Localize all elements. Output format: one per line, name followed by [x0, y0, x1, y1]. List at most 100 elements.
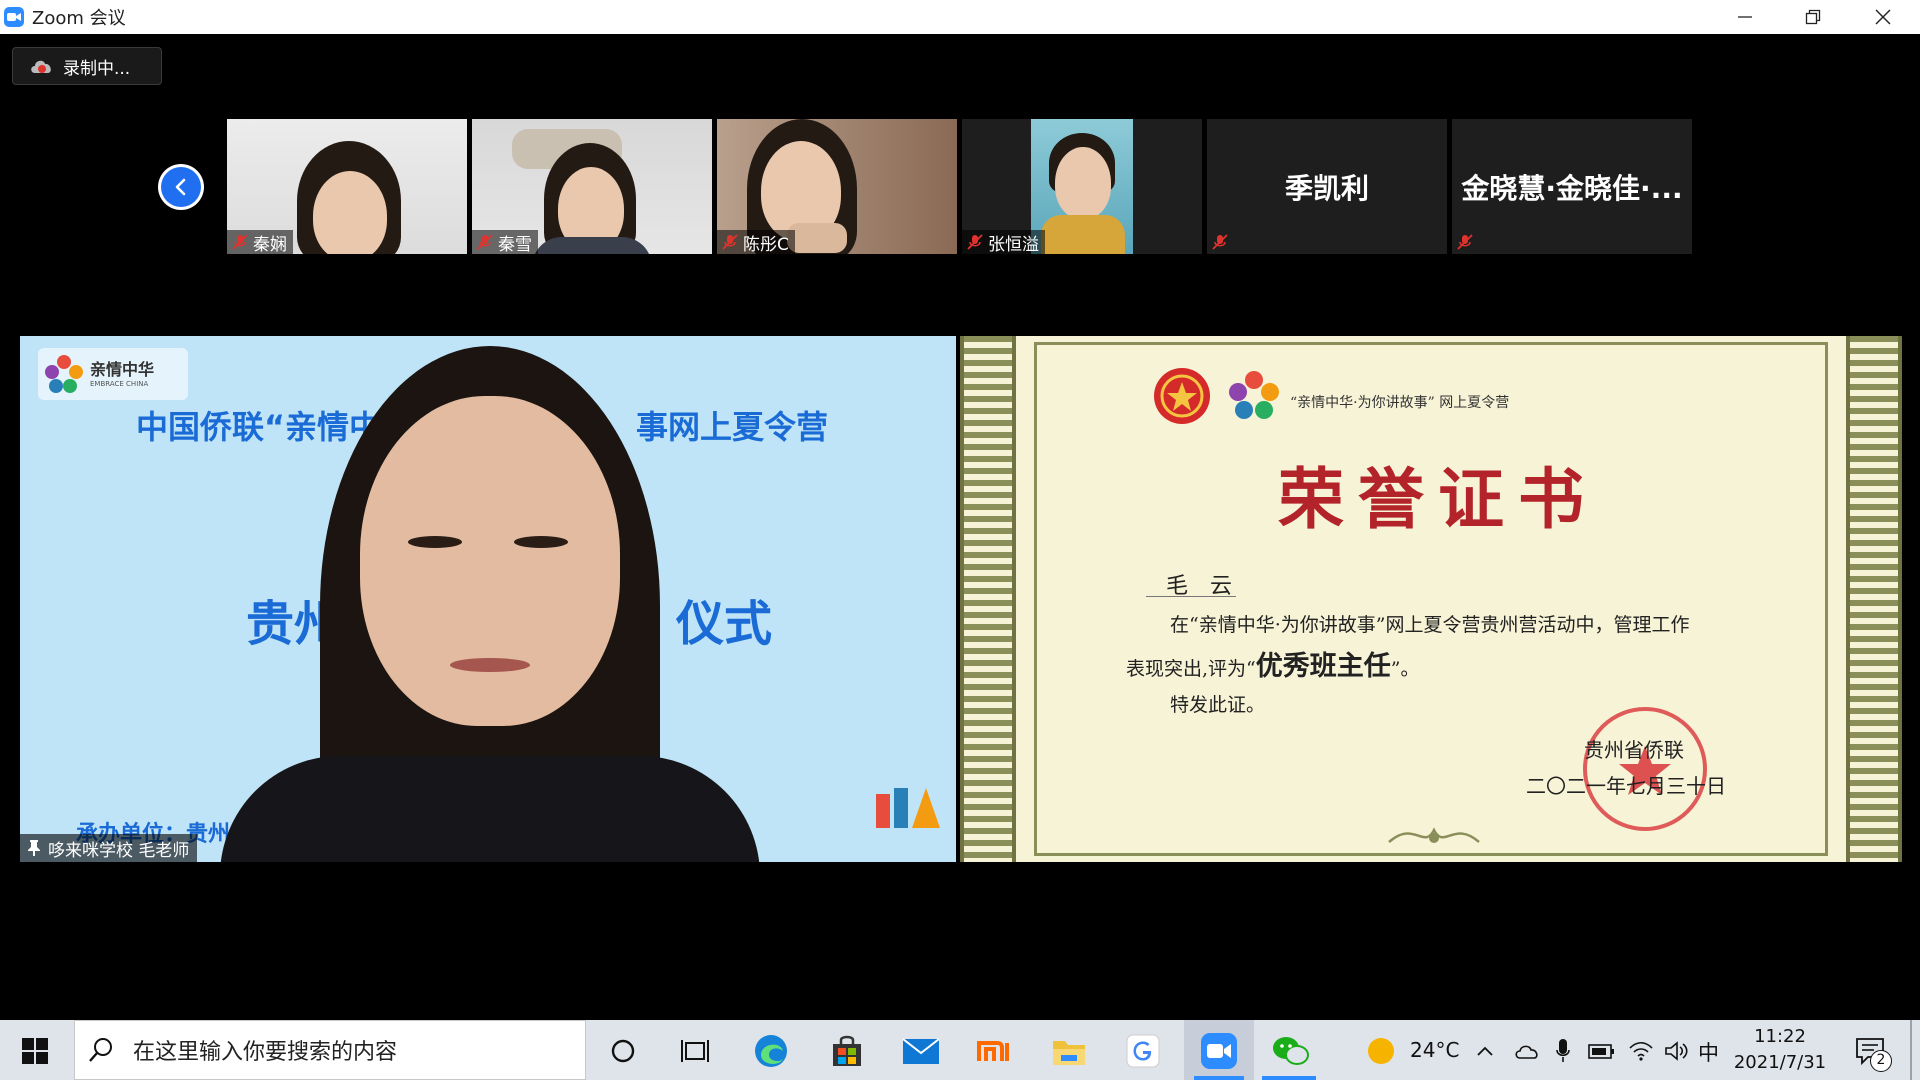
- certificate-header: “亲情中华·为你讲故事” 网上夏令营: [1290, 395, 1510, 411]
- onedrive-button[interactable]: [1512, 1030, 1542, 1072]
- taskbar-edge[interactable]: [750, 1030, 792, 1072]
- microphone-tray-button[interactable]: [1548, 1030, 1578, 1072]
- mail-envelope-icon: [902, 1038, 940, 1064]
- slide-subtitle-right: 仪式: [676, 596, 773, 652]
- title-bar: Zoom 会议: [0, 0, 1920, 34]
- windows-logo-icon: [22, 1038, 48, 1064]
- weather-widget[interactable]: [1360, 1030, 1402, 1072]
- mic-muted-icon: [232, 234, 248, 250]
- weather-temperature: 24°C: [1410, 1038, 1460, 1062]
- participant-video: [1031, 119, 1133, 254]
- search-placeholder: 在这里输入你要搜索的内容: [133, 1040, 398, 1065]
- pin-icon: [28, 840, 40, 856]
- participant-tile[interactable]: 秦雪: [472, 119, 712, 254]
- participant-display-name: 金晓慧·金晓佳·...: [1461, 172, 1683, 205]
- wifi-icon: [1629, 1041, 1653, 1061]
- participant-nametag: 陈彤C: [717, 230, 795, 254]
- battery-tray-button[interactable]: [1584, 1030, 1618, 1072]
- edge-browser-icon: [755, 1035, 787, 1067]
- participant-nametag: 秦娴: [227, 230, 293, 254]
- notification-count-badge: 2: [1870, 1050, 1892, 1072]
- clock-date: 2021/7/31: [1733, 1052, 1827, 1073]
- wifi-tray-button[interactable]: [1624, 1030, 1658, 1072]
- certificate-border-left: [960, 336, 1016, 862]
- certificate-ornament-icon: [1388, 827, 1480, 843]
- clock[interactable]: 11:22 2021/7/31: [1730, 1024, 1830, 1078]
- mic-muted-icon: [722, 234, 738, 250]
- search-icon: [89, 1038, 112, 1062]
- recording-indicator[interactable]: 录制中...: [12, 47, 162, 85]
- wechat-icon: [1273, 1037, 1309, 1065]
- task-view-button[interactable]: [674, 1030, 716, 1072]
- window-title: Zoom 会议: [32, 8, 126, 29]
- participant-name: 陈彤C: [743, 234, 789, 255]
- taskbar-xiaomi[interactable]: [974, 1030, 1016, 1072]
- cortana-circle-icon: [611, 1039, 635, 1063]
- cortana-button[interactable]: [602, 1030, 644, 1072]
- mic-muted-icon: [1212, 234, 1228, 250]
- official-seal-stamp-icon: [1583, 707, 1707, 831]
- sun-weather-icon: [1368, 1038, 1394, 1064]
- recording-label: 录制中...: [63, 58, 131, 79]
- speaker-volume-icon: [1665, 1041, 1688, 1061]
- taskbar-wechat[interactable]: [1270, 1030, 1312, 1072]
- participant-tile[interactable]: 陈彤C: [717, 119, 957, 254]
- taskbar-google-app[interactable]: [1122, 1030, 1164, 1072]
- taskbar-zoom[interactable]: [1198, 1030, 1240, 1072]
- certificate-title: 荣誉证书: [1278, 460, 1598, 538]
- mic-muted-icon: [1457, 234, 1473, 250]
- close-button[interactable]: [1848, 0, 1918, 34]
- zoom-app-icon: [1201, 1033, 1237, 1069]
- slide-logo: 亲情中华 EMBRACE CHINA: [38, 348, 188, 400]
- zoom-logo-icon: [4, 7, 24, 27]
- mic-muted-icon: [477, 234, 493, 250]
- volume-tray-button[interactable]: [1660, 1030, 1694, 1072]
- slide-title-right: 事网上夏令营: [636, 408, 829, 446]
- minimize-icon: [1738, 16, 1752, 18]
- gallery-prev-button[interactable]: [158, 164, 204, 210]
- participant-name: 秦雪: [498, 234, 532, 255]
- embrace-china-logo-icon: [45, 355, 83, 393]
- close-icon: [1875, 9, 1891, 25]
- cloud-icon: [1515, 1045, 1538, 1059]
- shared-certificate[interactable]: “亲情中华·为你讲故事” 网上夏令营 荣誉证书 毛 云 在“亲情中华·为你讲故事…: [960, 336, 1902, 862]
- chevron-up-icon: [1477, 1046, 1493, 1056]
- participant-tile[interactable]: 秦娴: [227, 119, 467, 254]
- certificate-body-line2: 表现突出,评为“ 优秀班主任 ”。: [1126, 644, 1419, 683]
- participant-tile[interactable]: 张恒溢: [962, 119, 1202, 254]
- folder-icon: [1053, 1041, 1085, 1065]
- show-hidden-icons-button[interactable]: [1472, 1030, 1498, 1072]
- taskbar-search-box[interactable]: 在这里输入你要搜索的内容: [74, 1020, 586, 1080]
- embrace-china-logo-icon: [1229, 371, 1279, 419]
- participant-name: 张恒溢: [988, 234, 1039, 255]
- start-button[interactable]: [14, 1030, 56, 1072]
- zoom-meeting-window: Zoom 会议 录制中... 秦娴 秦雪 陈彤C 张恒溢 季凯利 金晓慧·金晓佳…: [0, 0, 1920, 1080]
- speaker-name: 哆来咪学校 毛老师: [48, 840, 190, 861]
- certificate-issuer: 贵州省侨联: [1584, 738, 1684, 762]
- organizer-logo-icon: [876, 788, 940, 828]
- store-bag-icon: [833, 1035, 861, 1066]
- task-view-icon: [681, 1040, 709, 1062]
- clock-time: 11:22: [1754, 1026, 1806, 1047]
- taskbar-mail[interactable]: [900, 1030, 942, 1072]
- restore-button[interactable]: [1778, 0, 1848, 34]
- mic-muted-icon: [967, 234, 983, 250]
- participant-tile[interactable]: 金晓慧·金晓佳·...: [1452, 119, 1692, 254]
- zoom-running-indicator: [1194, 1076, 1244, 1080]
- google-g-icon: [1126, 1034, 1160, 1068]
- xiaomi-mi-logo-icon: [977, 1041, 1009, 1061]
- minimize-button[interactable]: [1710, 0, 1780, 34]
- show-desktop-button[interactable]: [1910, 1020, 1912, 1080]
- taskbar-store[interactable]: [826, 1030, 868, 1072]
- certificate-body-line3: 特发此证。: [1170, 694, 1266, 716]
- active-speaker-video[interactable]: 亲情中华 EMBRACE CHINA 中国侨联“亲情中 事网上夏令营 贵州营 仪…: [20, 336, 956, 862]
- input-method-indicator[interactable]: 中: [1698, 1037, 1719, 1067]
- participant-nametag: 张恒溢: [962, 230, 1045, 254]
- participant-tile[interactable]: 季凯利: [1207, 119, 1447, 254]
- participant-display-name: 季凯利: [1284, 172, 1369, 205]
- certificate-date: 二〇二一年七月三十日: [1526, 774, 1726, 798]
- certificate-award: 优秀班主任: [1255, 651, 1391, 682]
- battery-plug-icon: [1588, 1044, 1614, 1059]
- cloud-record-icon: [31, 60, 51, 73]
- taskbar-file-explorer[interactable]: [1048, 1030, 1090, 1072]
